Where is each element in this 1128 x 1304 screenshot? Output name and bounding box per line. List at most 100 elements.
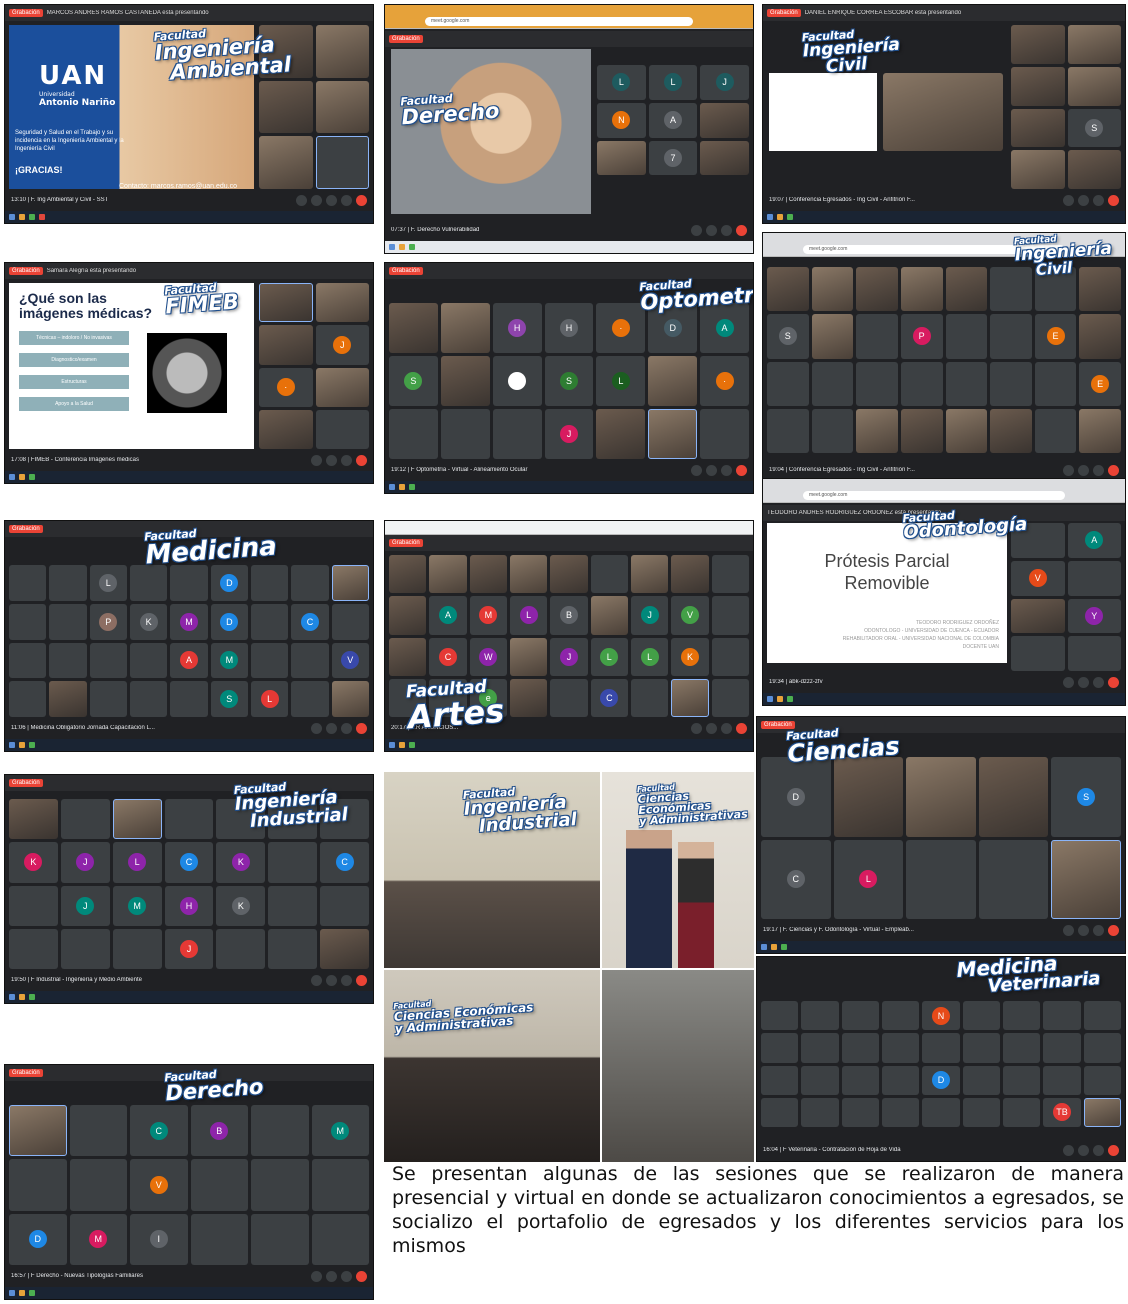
participant-tile[interactable]: C xyxy=(590,678,628,717)
participant-tile[interactable] xyxy=(1034,408,1077,453)
participant-tile[interactable] xyxy=(49,603,87,640)
participant-tile[interactable] xyxy=(841,1033,879,1063)
participant-tile[interactable]: J xyxy=(164,928,214,969)
participant-tile[interactable] xyxy=(811,408,854,453)
mic-button[interactable] xyxy=(311,722,322,734)
participant-tile[interactable]: J xyxy=(60,885,110,926)
participant-tile[interactable] xyxy=(129,642,168,679)
participant-tile[interactable] xyxy=(811,361,854,406)
participant-tile[interactable] xyxy=(801,1033,839,1063)
participant-tile[interactable]: K xyxy=(129,603,168,640)
participant-tile[interactable] xyxy=(129,681,168,717)
participant-tile[interactable] xyxy=(906,757,976,837)
participant-tile[interactable] xyxy=(962,1033,1000,1063)
present-button[interactable] xyxy=(341,1270,352,1282)
participant-tile[interactable] xyxy=(259,409,313,449)
participant-tile[interactable] xyxy=(291,681,329,717)
participant-tile[interactable] xyxy=(170,565,208,601)
hang-up-button[interactable] xyxy=(356,722,367,734)
present-button[interactable] xyxy=(341,722,352,734)
participant-tile[interactable] xyxy=(841,1001,879,1031)
participant-tile[interactable]: S xyxy=(544,356,594,406)
participant-tile[interactable] xyxy=(1002,1065,1041,1095)
mic-button[interactable] xyxy=(691,722,702,734)
participant-tile[interactable]: N xyxy=(922,1001,960,1031)
participant-tile[interactable] xyxy=(509,555,548,594)
chrome-icon[interactable] xyxy=(29,994,35,1000)
participant-tile[interactable]: W xyxy=(469,637,507,676)
participant-tile[interactable]: J xyxy=(630,596,669,635)
camera-button[interactable] xyxy=(706,722,717,734)
participant-tile[interactable] xyxy=(259,80,313,134)
participant-tile[interactable] xyxy=(1002,1097,1041,1127)
participant-tile[interactable] xyxy=(590,596,628,635)
participant-tile[interactable]: L xyxy=(596,356,646,406)
participant-tile[interactable]: S xyxy=(1051,757,1121,837)
participant-tile[interactable] xyxy=(315,25,369,78)
chrome-icon[interactable] xyxy=(29,214,35,220)
participant-tile[interactable] xyxy=(291,642,329,679)
participant-tile[interactable] xyxy=(9,565,47,601)
participant-tile[interactable] xyxy=(881,1033,920,1063)
folder-icon[interactable] xyxy=(19,994,25,1000)
present-button[interactable] xyxy=(721,224,732,236)
participant-tile[interactable]: · xyxy=(596,303,646,353)
chrome-icon[interactable] xyxy=(29,474,35,480)
participant-tile[interactable]: L xyxy=(509,596,548,635)
participant-tile[interactable] xyxy=(170,681,208,717)
participant-tile[interactable] xyxy=(190,1159,248,1211)
participant-tile[interactable]: C xyxy=(429,637,467,676)
participant-tile[interactable] xyxy=(856,361,898,406)
participant-tile[interactable] xyxy=(900,408,943,453)
participant-tile[interactable]: P xyxy=(89,603,127,640)
camera-button[interactable] xyxy=(326,974,337,986)
participant-tile[interactable] xyxy=(1002,1033,1041,1063)
mic-button[interactable] xyxy=(1063,676,1074,688)
participant-tile[interactable]: M xyxy=(210,642,248,679)
participant-tile[interactable]: V xyxy=(671,596,709,635)
participant-tile[interactable] xyxy=(700,140,749,176)
camera-button[interactable] xyxy=(1078,194,1089,206)
participant-tile[interactable]: C xyxy=(761,839,831,919)
participant-tile[interactable] xyxy=(315,136,369,189)
present-button[interactable] xyxy=(341,454,352,466)
participant-tile[interactable] xyxy=(251,1213,309,1265)
participant-tile[interactable]: L xyxy=(250,681,289,717)
participant-tile[interactable] xyxy=(1067,150,1121,189)
participant-tile[interactable] xyxy=(311,1159,369,1211)
app-icon[interactable] xyxy=(39,214,45,220)
mic-button[interactable] xyxy=(296,194,307,206)
hang-up-button[interactable] xyxy=(356,1270,367,1282)
participant-tile[interactable]: D xyxy=(761,757,831,837)
participant-tile[interactable]: M xyxy=(469,596,507,635)
participant-tile[interactable] xyxy=(596,409,646,459)
url-bar[interactable]: meet.google.com xyxy=(803,491,1065,500)
folder-icon[interactable] xyxy=(19,1290,25,1296)
participant-tile[interactable]: · xyxy=(259,367,313,407)
participant-tile[interactable] xyxy=(9,603,47,640)
mic-button[interactable] xyxy=(311,1270,322,1282)
participant-tile[interactable] xyxy=(1067,25,1121,64)
camera-button[interactable] xyxy=(326,1270,337,1282)
participant-tile[interactable] xyxy=(711,637,749,676)
participant-tile[interactable] xyxy=(671,678,709,717)
participant-tile[interactable]: V xyxy=(130,1159,188,1211)
participant-tile[interactable]: J xyxy=(544,409,594,459)
participant-tile[interactable] xyxy=(590,555,628,594)
raise-hand-button[interactable] xyxy=(326,194,337,206)
participant-tile[interactable] xyxy=(315,367,369,407)
participant-tile[interactable]: A xyxy=(700,303,749,353)
participant-tile[interactable] xyxy=(49,681,87,717)
participant-tile[interactable] xyxy=(801,1065,839,1095)
participant-tile[interactable] xyxy=(1083,1033,1121,1063)
participant-tile[interactable] xyxy=(906,839,976,919)
participant-tile[interactable] xyxy=(320,885,369,926)
hang-up-button[interactable] xyxy=(736,224,747,236)
participant-tile[interactable] xyxy=(492,409,542,459)
participant-tile[interactable] xyxy=(1002,1001,1041,1031)
participant-tile[interactable] xyxy=(1079,408,1121,453)
hang-up-button[interactable] xyxy=(1108,676,1119,688)
participant-tile[interactable]: D xyxy=(9,1213,67,1265)
mic-button[interactable] xyxy=(1063,464,1074,476)
participant-tile[interactable] xyxy=(801,1001,839,1031)
